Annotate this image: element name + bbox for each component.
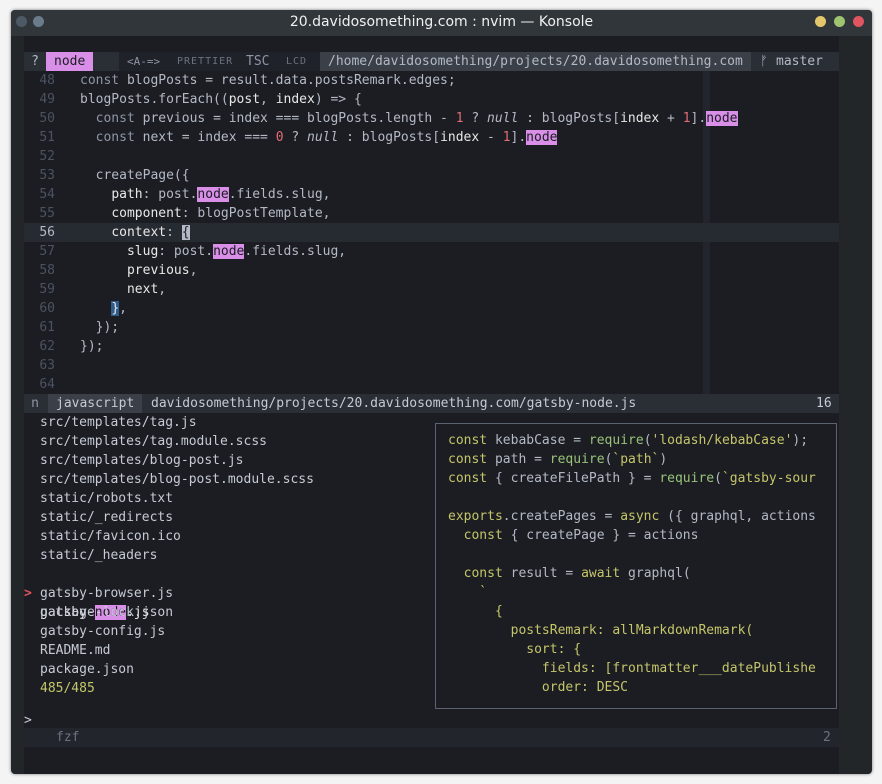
lcd-indicator: LCD bbox=[286, 56, 308, 67]
git-branch: master bbox=[776, 54, 823, 69]
cwd-path: /home/davidosomething/projects/20.davido… bbox=[320, 52, 751, 71]
list-item[interactable]: gatsby-config.js bbox=[40, 622, 165, 641]
list-item[interactable]: static/_headers bbox=[40, 546, 157, 565]
code-line: 59 next, bbox=[39, 282, 167, 297]
preview-line: const result = await graphql( bbox=[463, 566, 691, 581]
fzf-preview[interactable]: const kebabCase = require('lodash/kebabC… bbox=[435, 423, 837, 709]
fzf-right-num: 2 bbox=[823, 730, 831, 745]
file-path: davidosomething/projects/20.davidosometh… bbox=[151, 396, 637, 411]
code-line: 63 bbox=[39, 358, 55, 373]
code-line: 50 const previous = index === blogPosts.… bbox=[39, 111, 738, 126]
code-line: 51 const next = index === 0 ? null : blo… bbox=[39, 130, 558, 145]
list-item[interactable]: static/robots.txt bbox=[40, 489, 173, 508]
fzf-infobar: fzf 2 bbox=[24, 728, 839, 747]
filetype: javascript bbox=[48, 394, 143, 413]
nvim-tabline: ? node <A-=> PRETTIER TSC LCD /home/davi… bbox=[24, 52, 839, 71]
editor-pane[interactable]: 48 const blogPosts = result.data.postsRem… bbox=[24, 71, 839, 394]
nvim-statusline: n javascript davidosomething/projects/20… bbox=[24, 394, 839, 413]
list-item[interactable]: src/templates/tag.js bbox=[40, 413, 197, 432]
list-item[interactable]: static/favicon.ico bbox=[40, 527, 181, 546]
prettier-indicator: PRETTIER bbox=[177, 56, 234, 67]
titlebar: 20.davidosomething.com : nvim — Konsole bbox=[11, 10, 872, 36]
code-line: 49 blogPosts.forEach((post, index) => { bbox=[39, 92, 362, 107]
preview-line: order: DESC bbox=[448, 680, 629, 695]
code-line: 64 bbox=[39, 377, 55, 392]
code-line: 57 slug: post.node.fields.slug, bbox=[39, 244, 347, 259]
list-item-selected[interactable]: > gatsby-node.js bbox=[24, 565, 429, 620]
konsole-window: 20.davidosomething.com : nvim — Konsole … bbox=[11, 10, 872, 774]
match-counter: 485/485 bbox=[40, 681, 95, 696]
list-item[interactable]: src/templates/blog-post.js bbox=[40, 451, 244, 470]
line-count: 16 bbox=[816, 396, 832, 411]
code-line: 52 bbox=[39, 149, 55, 164]
list-item[interactable]: static/_redirects bbox=[40, 508, 173, 527]
preview-line: postsRemark: allMarkdownRemark( bbox=[448, 623, 754, 638]
preview-line: exports.createPages = async ({ graphql, … bbox=[448, 509, 816, 524]
help-indicator: ? bbox=[31, 54, 39, 69]
list-item[interactable]: src/templates/tag.module.scss bbox=[40, 432, 267, 451]
preview-line: sort: { bbox=[448, 642, 582, 657]
fzf-file-list[interactable]: src/templates/tag.js src/templates/tag.m… bbox=[24, 413, 429, 698]
buffer-tab-node[interactable]: node bbox=[46, 52, 94, 71]
list-item[interactable]: package.json bbox=[40, 660, 134, 679]
terminal[interactable]: ? node <A-=> PRETTIER TSC LCD /home/davi… bbox=[24, 36, 839, 774]
window-title: 20.davidosomething.com : nvim — Konsole bbox=[289, 14, 594, 30]
code-line: 58 previous, bbox=[39, 263, 198, 278]
maximize-button[interactable] bbox=[834, 16, 845, 27]
code-line: 48 const blogPosts = result.data.postsRem… bbox=[39, 73, 456, 88]
keymap-hint: <A-=> bbox=[127, 55, 161, 68]
code-line: 53 createPage({ bbox=[39, 168, 190, 183]
code-line: 61 }); bbox=[39, 320, 120, 335]
preview-line: const kebabCase = require('lodash/kebabC… bbox=[448, 433, 809, 448]
code-line: 55 component: blogPostTemplate, bbox=[39, 206, 331, 221]
code-line: 54 path: post.node.fields.slug, bbox=[39, 187, 331, 202]
preview-line: const { createPage } = actions bbox=[463, 528, 699, 543]
selection-pointer-icon: > bbox=[24, 586, 32, 601]
preview-line: const { createFilePath } = require(`gats… bbox=[448, 471, 816, 486]
preview-line: ` bbox=[448, 585, 488, 600]
preview-line: const path = require(`path`) bbox=[448, 452, 668, 467]
close-button[interactable] bbox=[853, 16, 864, 27]
code-line-current: 56 context: { bbox=[39, 225, 190, 240]
fzf-label: fzf bbox=[56, 730, 80, 745]
list-item[interactable]: src/templates/blog-post.module.scss bbox=[40, 470, 314, 489]
code-line: 62}); bbox=[39, 339, 104, 354]
list-item[interactable]: gatsby-browser.js bbox=[40, 584, 173, 603]
code-line: 60 }, bbox=[39, 301, 127, 316]
git-branch-icon: ᚠ bbox=[760, 54, 768, 69]
preview-line: fields: [frontmatter___datePublishe bbox=[448, 661, 816, 676]
tsc-indicator: TSC bbox=[246, 54, 270, 69]
list-item[interactable]: README.md bbox=[40, 641, 110, 660]
minimize-button[interactable] bbox=[815, 16, 826, 27]
preview-line: { bbox=[448, 604, 503, 619]
mode-indicator: n bbox=[31, 396, 39, 411]
list-item[interactable]: package-lock.json bbox=[40, 603, 173, 622]
